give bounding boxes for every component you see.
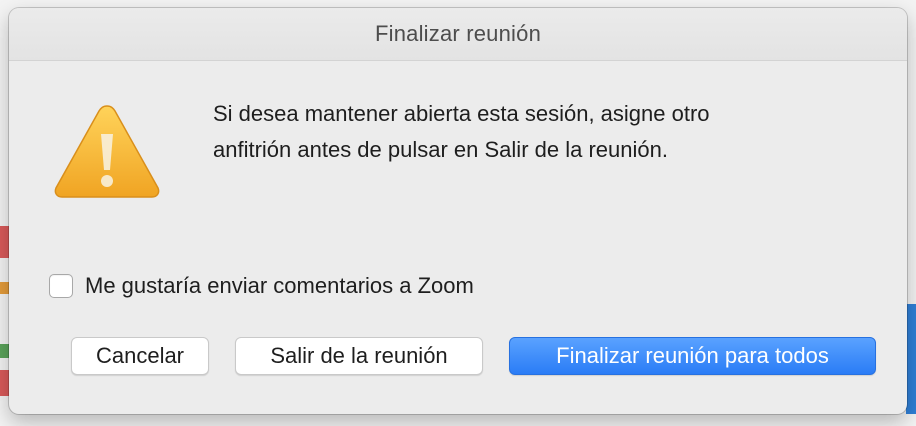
message-line: Si desea mantener abierta esta sesión, a… [213, 101, 710, 126]
feedback-checkbox[interactable] [49, 274, 73, 298]
message-line: anfitrión antes de pulsar en Salir de la… [213, 137, 668, 162]
cancel-button[interactable]: Cancelar [71, 337, 209, 375]
leave-meeting-button[interactable]: Salir de la reunión [235, 337, 483, 375]
end-meeting-for-all-button[interactable]: Finalizar reunión para todos [509, 337, 876, 375]
feedback-checkbox-label[interactable]: Me gustaría enviar comentarios a Zoom [85, 273, 474, 299]
end-meeting-dialog: Finalizar reunión Si desea mantener abie… [9, 8, 907, 414]
background-edge [906, 304, 916, 414]
dialog-message: Si desea mantener abierta esta sesión, a… [213, 96, 863, 168]
dialog-titlebar[interactable]: Finalizar reunión [9, 8, 907, 61]
dialog-title: Finalizar reunión [374, 21, 542, 46]
feedback-checkbox-row[interactable]: Me gustaría enviar comentarios a Zoom [49, 273, 474, 299]
warning-triangle-icon [54, 105, 160, 198]
